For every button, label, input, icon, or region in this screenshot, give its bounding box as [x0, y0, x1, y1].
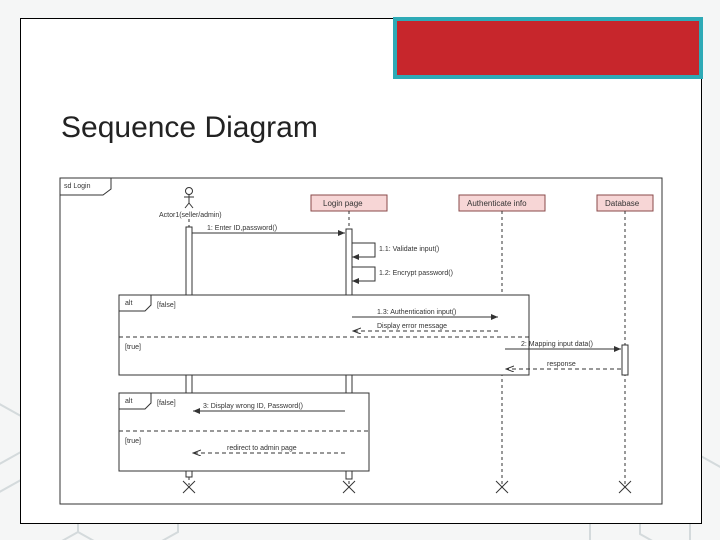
msg-redirect: redirect to admin page — [227, 445, 297, 452]
msg-3: 3: Display wrong ID, Password() — [203, 403, 303, 410]
svg-text:alt: alt — [125, 398, 132, 405]
msg-1: 1: Enter ID,password() — [207, 225, 277, 232]
svg-text:[false]: [false] — [157, 302, 176, 309]
msg-2: 2: Mapping input data() — [521, 341, 593, 348]
svg-text:[true]: [true] — [125, 438, 141, 445]
frame-label: sd Login — [64, 183, 91, 190]
msg-1.1: 1.1: Validate input() — [379, 246, 439, 253]
actor-label: Actor1(seller/admin) — [159, 212, 222, 219]
svg-text:Login page: Login page — [323, 199, 363, 208]
msg-1.2: 1.2: Encrypt password() — [379, 270, 453, 277]
slide-title: Sequence Diagram — [61, 111, 318, 145]
svg-text:Database: Database — [605, 199, 640, 208]
svg-text:Authenticate info: Authenticate info — [467, 199, 527, 208]
msg-err: Display error message — [377, 323, 447, 330]
svg-text:[false]: [false] — [157, 400, 176, 407]
sequence-diagram: sd Login Actor1(seller/admin) Login page… — [59, 177, 663, 507]
slide-frame: Sequence Diagram sd Login Actor1(seller/… — [20, 18, 702, 524]
msg-1.3: 1.3: Authentication input() — [377, 309, 456, 316]
msg-2r: response — [547, 361, 576, 368]
title-banner — [393, 17, 703, 79]
svg-text:[true]: [true] — [125, 344, 141, 351]
svg-text:alt: alt — [125, 300, 132, 307]
